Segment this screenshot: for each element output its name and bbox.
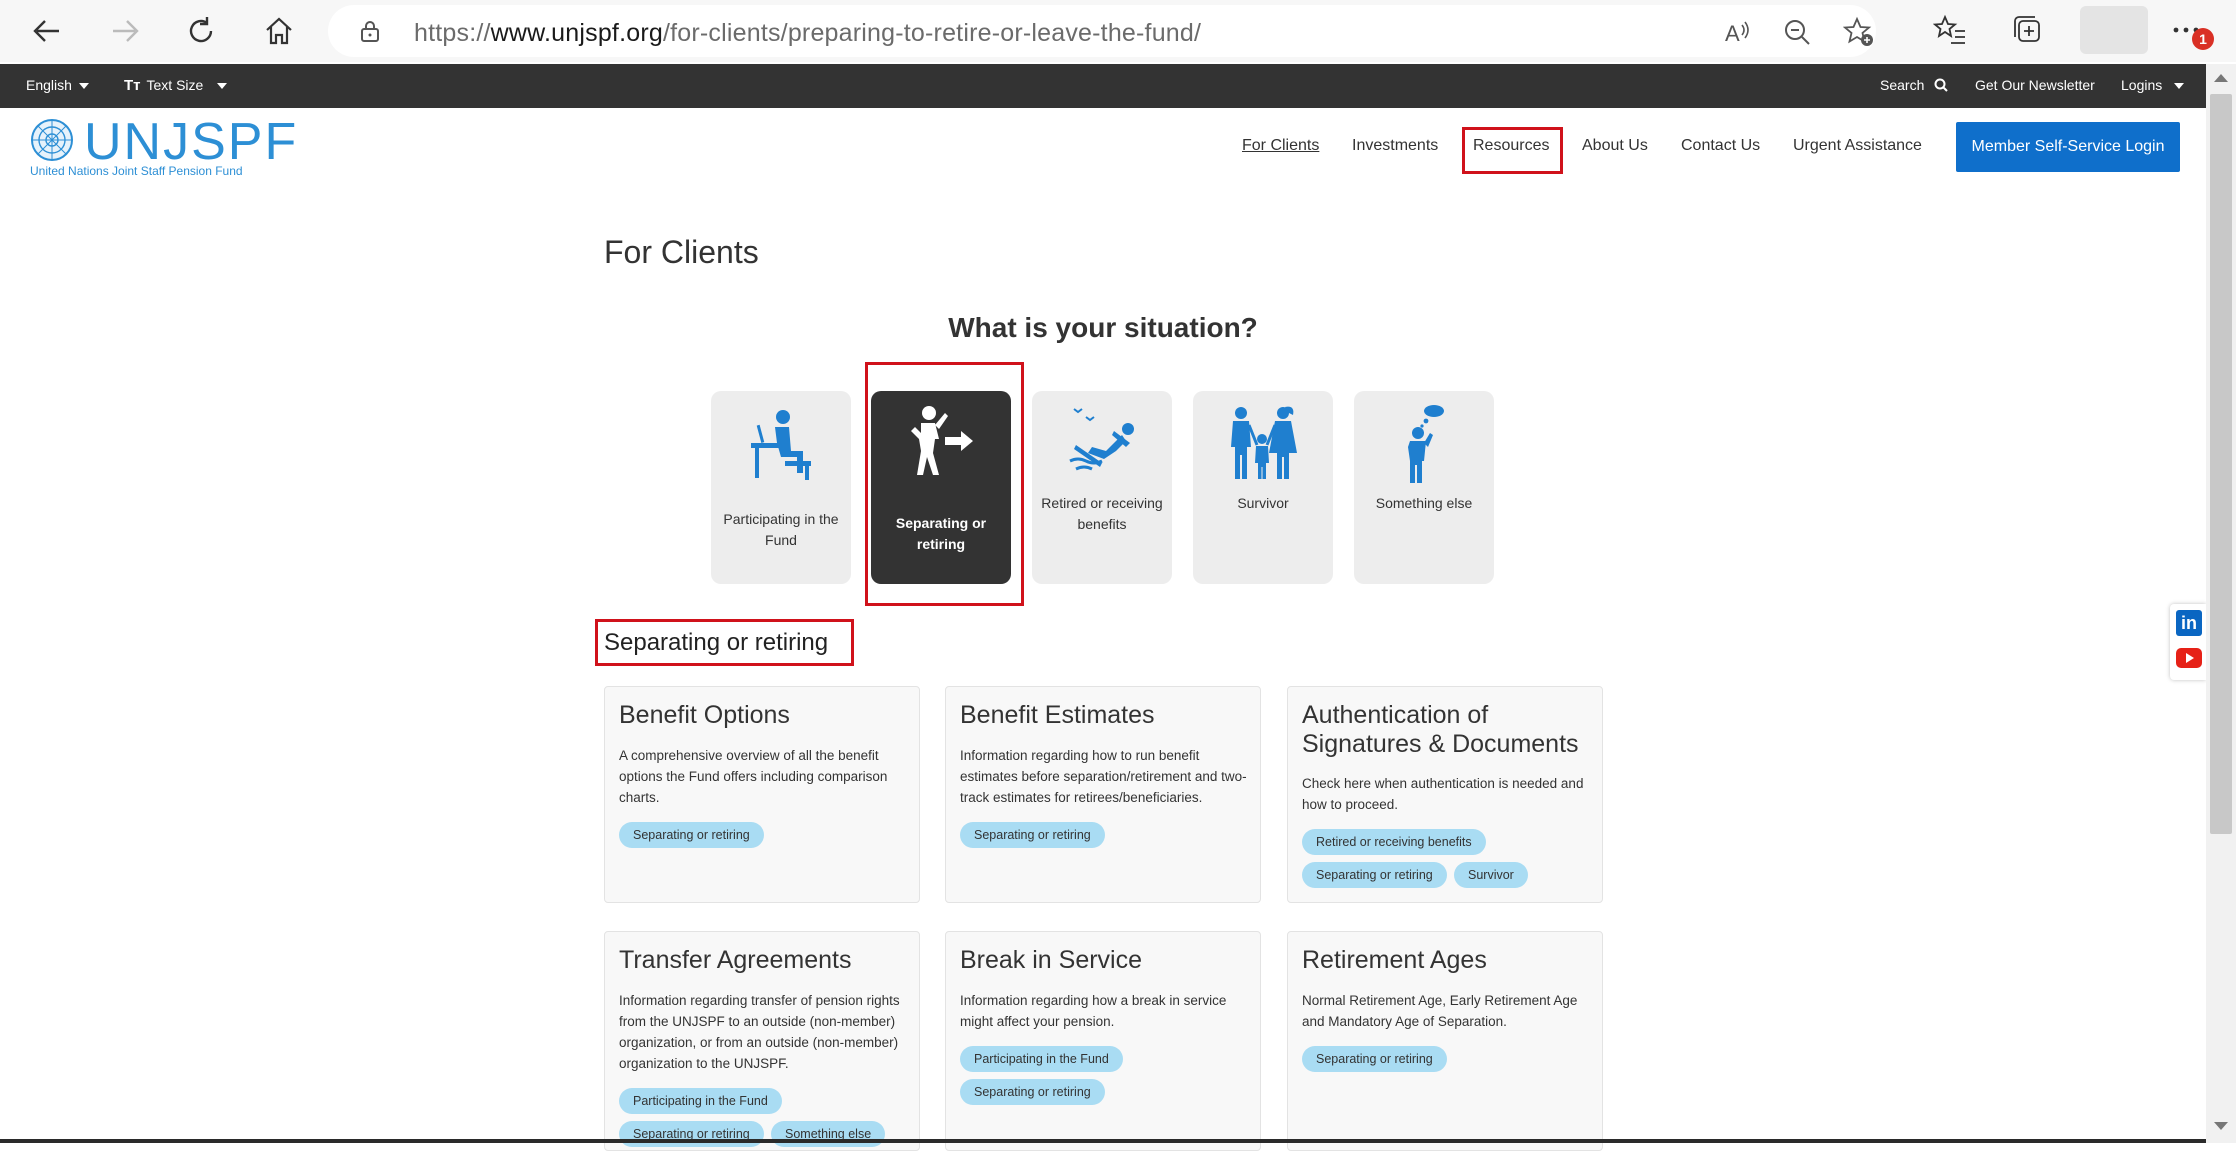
chevron-down-icon: [78, 83, 89, 90]
profile-avatar[interactable]: [2080, 6, 2148, 54]
card-authentication[interactable]: Authentication of Signatures & Documents…: [1287, 686, 1603, 903]
tag-participating[interactable]: Participating in the Fund: [960, 1046, 1123, 1072]
logo-subtitle: United Nations Joint Staff Pension Fund: [30, 164, 243, 178]
situation-heading: What is your situation?: [948, 312, 1258, 343]
collections-icon[interactable]: [2008, 10, 2048, 50]
language-selector[interactable]: English: [26, 77, 89, 93]
forward-icon[interactable]: [102, 8, 148, 54]
refresh-icon[interactable]: [178, 8, 224, 54]
zoom-out-icon[interactable]: [1780, 15, 1814, 49]
browser-toolbar: https://www.unjspf.org/for-clients/prepa…: [0, 0, 2236, 62]
text-size-icon: Tт: [124, 77, 141, 94]
situation-label: Retired or receiving benefits: [1041, 495, 1163, 532]
card-title[interactable]: Transfer Agreements: [619, 946, 909, 975]
chevron-down-icon: [217, 83, 228, 90]
tag-something-else[interactable]: Something else: [771, 1121, 886, 1147]
person-at-desk-icon: [751, 410, 811, 480]
add-favorite-icon[interactable]: [1842, 15, 1876, 49]
tag-separating-retiring[interactable]: Separating or retiring: [960, 1079, 1105, 1105]
situation-participating[interactable]: Participating in the Fund: [711, 391, 851, 584]
chevron-down-icon: [2174, 83, 2185, 90]
search-link[interactable]: Search: [1880, 77, 1948, 93]
search-icon: [1934, 78, 1948, 92]
card-benefit-options[interactable]: Benefit Options A comprehensive overview…: [604, 686, 920, 903]
card-title[interactable]: Retirement Ages: [1302, 946, 1592, 975]
situation-retired[interactable]: Retired or receiving benefits: [1032, 391, 1172, 584]
unjspf-logo[interactable]: UNJSPF United Nations Joint Staff Pensio…: [28, 113, 296, 182]
favorites-icon[interactable]: [1930, 10, 1970, 50]
card-break-in-service[interactable]: Break in Service Information regarding h…: [945, 931, 1261, 1151]
card-title[interactable]: Break in Service: [960, 946, 1250, 975]
back-icon[interactable]: [24, 8, 70, 54]
logins-menu[interactable]: Logins: [2121, 77, 2185, 93]
address-bar[interactable]: https://www.unjspf.org/for-clients/prepa…: [328, 5, 1876, 57]
tag-separating-retiring[interactable]: Separating or retiring: [960, 822, 1105, 848]
card-description: Information regarding how to run benefit…: [960, 748, 1247, 805]
nav-investments[interactable]: Investments: [1352, 137, 1438, 155]
linkedin-icon[interactable]: in: [2176, 610, 2202, 636]
person-thinking-icon: [1408, 405, 1444, 483]
url-text[interactable]: https://www.unjspf.org/for-clients/prepa…: [414, 19, 1201, 48]
card-description: A comprehensive overview of all the bene…: [619, 748, 888, 805]
svg-text:A: A: [1725, 21, 1740, 46]
card-title[interactable]: Authentication of Signatures & Documents: [1302, 701, 1592, 759]
logo-wordmark: UNJSPF: [84, 113, 299, 171]
card-description: Check here when authentication is needed…: [1302, 776, 1584, 812]
situation-label: Participating in the Fund: [723, 511, 839, 548]
member-login-button[interactable]: Member Self-Service Login: [1956, 122, 2180, 172]
home-icon[interactable]: [256, 8, 302, 54]
newsletter-link[interactable]: Get Our Newsletter: [1975, 77, 2095, 93]
read-aloud-icon[interactable]: A: [1720, 15, 1754, 49]
scroll-down-icon[interactable]: [2214, 1122, 2228, 1130]
scrollbar-thumb[interactable]: [2210, 94, 2232, 834]
youtube-icon[interactable]: [2176, 648, 2202, 668]
card-description: Information regarding transfer of pensio…: [619, 993, 900, 1071]
card-benefit-estimates[interactable]: Benefit Estimates Information regarding …: [945, 686, 1261, 903]
highlight-section-heading: [595, 619, 854, 666]
situation-survivor[interactable]: Survivor: [1193, 391, 1333, 584]
page-title: For Clients: [604, 234, 759, 270]
tag-separating-retiring[interactable]: Separating or retiring: [1302, 862, 1447, 888]
un-emblem-icon: [31, 119, 73, 161]
card-description: Information regarding how a break in ser…: [960, 993, 1227, 1029]
situation-label: Something else: [1375, 495, 1473, 511]
notification-badge: 1: [2192, 28, 2214, 50]
nav-about-us[interactable]: About Us: [1582, 137, 1648, 155]
scroll-up-icon[interactable]: [2214, 74, 2228, 82]
lock-icon[interactable]: [358, 19, 382, 43]
nav-for-clients[interactable]: For Clients: [1242, 137, 1319, 155]
nav-contact-us[interactable]: Contact Us: [1681, 137, 1760, 155]
card-title[interactable]: Benefit Options: [619, 701, 909, 730]
tag-separating-retiring[interactable]: Separating or retiring: [1302, 1046, 1447, 1072]
page-scrollbar[interactable]: [2206, 64, 2236, 1143]
utility-bar: English Tт Text Size Search Get Our Newsl…: [0, 64, 2206, 108]
tag-survivor[interactable]: Survivor: [1454, 862, 1528, 888]
nav-urgent-assistance[interactable]: Urgent Assistance: [1793, 137, 1922, 155]
card-transfer-agreements[interactable]: Transfer Agreements Information regardin…: [604, 931, 920, 1151]
highlight-resources: [1462, 127, 1563, 174]
tag-separating-retiring[interactable]: Separating or retiring: [619, 1121, 764, 1147]
situation-label: Survivor: [1237, 495, 1289, 511]
card-retirement-ages[interactable]: Retirement Ages Normal Retirement Age, E…: [1287, 931, 1603, 1151]
situation-something-else[interactable]: Something else: [1354, 391, 1494, 584]
card-title[interactable]: Benefit Estimates: [960, 701, 1250, 730]
highlight-separating-card: [865, 362, 1024, 606]
social-links: in: [2170, 604, 2206, 680]
tag-participating[interactable]: Participating in the Fund: [619, 1088, 782, 1114]
person-relaxing-icon: [1069, 408, 1134, 471]
tag-separating-retiring[interactable]: Separating or retiring: [619, 822, 764, 848]
tag-retired-receiving[interactable]: Retired or receiving benefits: [1302, 829, 1486, 855]
family-icon: [1231, 406, 1297, 479]
card-description: Normal Retirement Age, Early Retirement …: [1302, 993, 1578, 1029]
text-size-selector[interactable]: Tт Text Size: [124, 77, 228, 94]
taskbar-edge: [0, 1139, 2206, 1143]
